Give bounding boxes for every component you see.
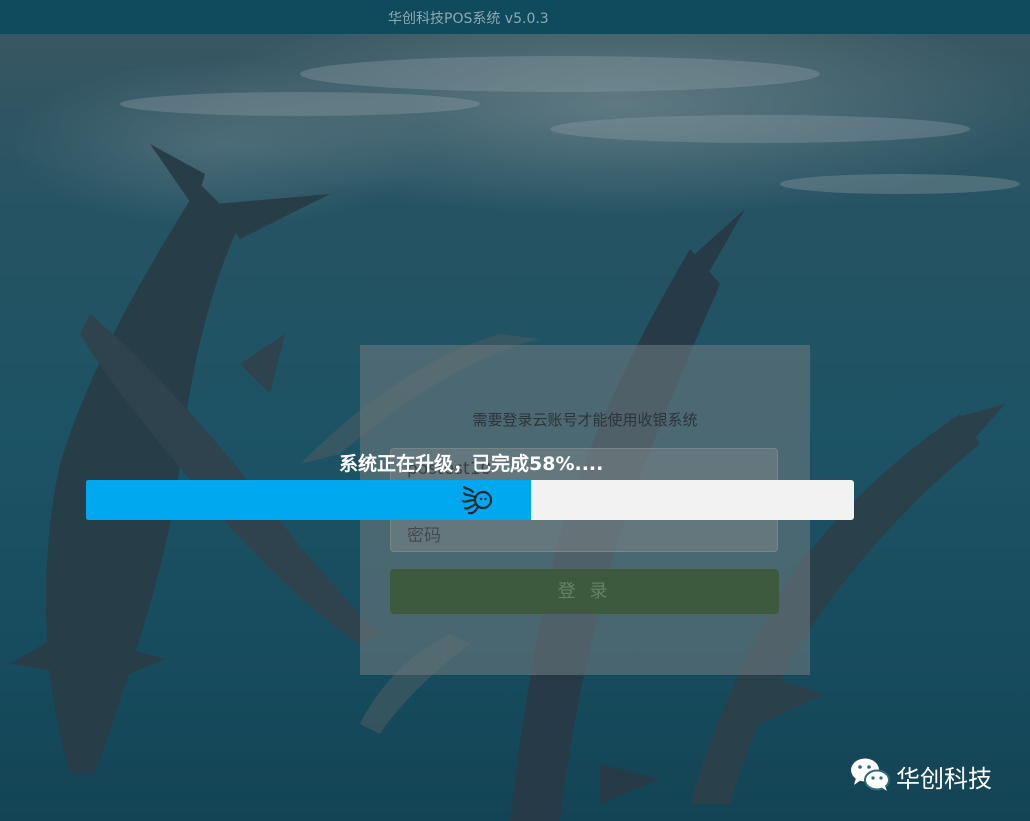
window-title: 华创科技POS系统 v5.0.3 [388,11,549,27]
upgrade-status-text: 系统正在升级，已完成58%.... [339,453,604,475]
login-subtitle: 需要登录云账号才能使用收银系统 [472,411,698,429]
octopus-loading-icon [461,485,493,515]
wechat-icon [851,758,890,791]
title-bar: 华创科技POS系统 v5.0.3 [0,0,1030,34]
watermark-text: 华创科技 [896,765,992,793]
login-button[interactable]: 登 录 [390,569,779,614]
